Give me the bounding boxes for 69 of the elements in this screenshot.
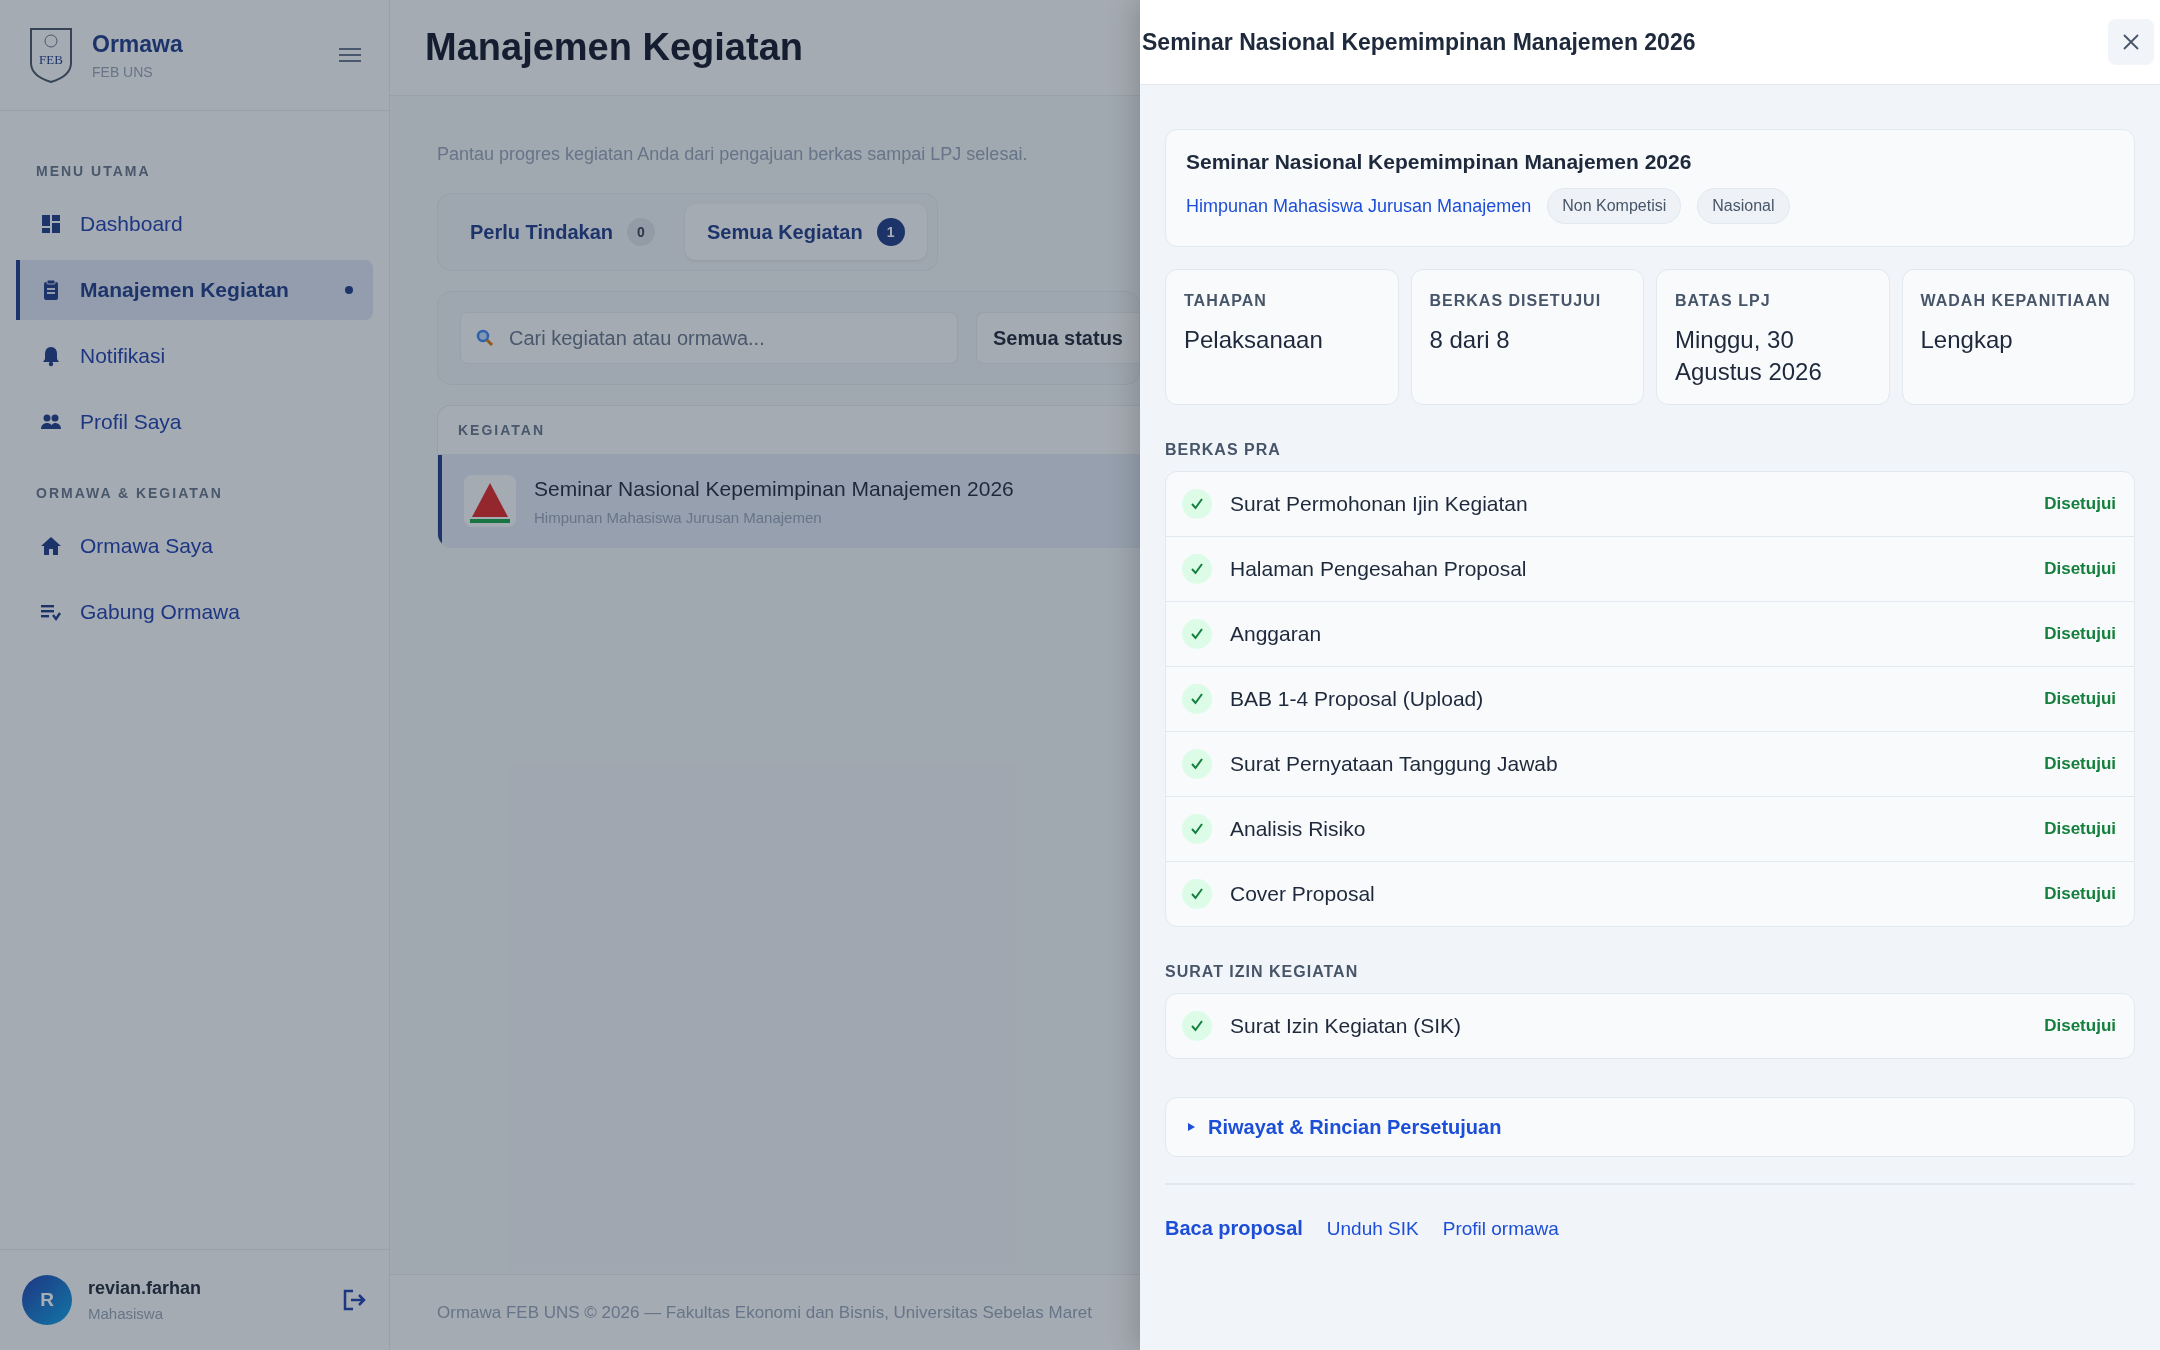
count-badge: 1	[876, 218, 905, 246]
status-label: Disetujui	[2044, 1016, 2116, 1036]
status-label: Disetujui	[2044, 819, 2116, 839]
document-name: Anggaran	[1230, 622, 1323, 646]
house-icon	[40, 535, 62, 557]
dashboard-icon	[40, 213, 62, 235]
logout-icon[interactable]	[341, 1288, 367, 1312]
status-label: Disetujui	[2044, 624, 2116, 644]
page-subtitle: Pantau progres kegiatan Anda dari pengajuan berkas sampai LPJ selesai.	[437, 144, 1029, 165]
event-title: Seminar Nasional Kepemimpinan Manajemen 2026	[1186, 150, 1693, 174]
tag: Nasional	[1697, 188, 1790, 224]
status-label: Disetujui	[2044, 689, 2116, 709]
brand-title: Ormawa	[92, 30, 184, 58]
link[interactable]: Profil ormawa	[1442, 1217, 1559, 1240]
status-label: Disetujui	[2044, 494, 2116, 514]
menu-icon[interactable]	[339, 47, 361, 63]
stat-value: Pelaksanaan	[1184, 325, 1324, 355]
stat-label: WADAH KEPANITIAAN	[1920, 291, 2112, 311]
count-badge: 0	[627, 218, 655, 246]
nav-item[interactable]: Notifikasi	[16, 326, 373, 386]
status-label: Disetujui	[2044, 754, 2116, 774]
user-avatar: R	[22, 1275, 72, 1325]
tab[interactable]: Semua Kegiatan 1	[685, 204, 927, 260]
stat-label: BATAS LPJ	[1675, 291, 1772, 311]
document-name: Cover Proposal	[1230, 882, 1376, 906]
document-name: Surat Izin Kegiatan (SIK)	[1230, 1014, 1463, 1038]
event-logo	[464, 475, 516, 527]
brand-subtitle: FEB UNS	[92, 63, 154, 80]
user-name: revian.farhan	[88, 1278, 203, 1299]
organization-link[interactable]: Himpunan Mahasiswa Jurusan Manajemen	[1186, 195, 1532, 217]
action-link[interactable]: Baca proposal	[1165, 1217, 1303, 1240]
section-heading: ORMAWA & KEGIATAN	[35, 484, 224, 503]
stat-label: BERKAS DISETUJUI	[1429, 291, 1603, 311]
document-name: Analisis Risiko	[1230, 817, 1367, 841]
tag: Non Kompetisi	[1547, 188, 1682, 224]
close-button[interactable]	[2108, 19, 2154, 65]
link[interactable]: Unduh SIK	[1326, 1217, 1419, 1240]
nav-item[interactable]: Profil Saya	[16, 392, 373, 452]
section-heading: MENU UTAMA	[35, 162, 152, 181]
section-heading: BERKAS PRA	[1165, 441, 1282, 459]
status-filter[interactable]: Semua status	[975, 312, 1139, 364]
tab[interactable]: Perlu Tindakan 0	[448, 204, 677, 260]
footer-text: Ormawa FEB UNS © 2026 — Fakultas Ekonomi dan Bisnis, Universitas Sebelas Maret	[437, 1302, 1092, 1323]
bell-icon	[40, 345, 62, 367]
details-toggle[interactable]: Riwayat & Rincian Persetujuan	[1165, 1097, 2135, 1157]
stat-value: 8 dari 8	[1429, 325, 1511, 355]
drawer-title: Seminar Nasional Kepemimpinan Manajemen 2026	[1142, 28, 1696, 56]
document-name: Halaman Pengesahan Proposal	[1230, 557, 1528, 581]
document-name: BAB 1-4 Proposal (Upload)	[1230, 687, 1485, 711]
shield-logo: FEB	[28, 26, 74, 84]
activity-title: Seminar Nasional Kepemimpinan Manajemen 2026	[534, 476, 1014, 501]
status-label: Disetujui	[2044, 559, 2116, 579]
stat-value: Lengkap	[1920, 325, 2014, 355]
nav-item[interactable]: Manajemen Kegiatan	[16, 260, 373, 320]
document-name: Surat Pernyataan Tanggung Jawab	[1230, 752, 1559, 776]
user-role: Mahasiswa	[88, 1305, 165, 1322]
active-dot	[345, 286, 353, 294]
stat-label: TAHAPAN	[1184, 291, 1268, 311]
caret-icon	[1186, 1122, 1196, 1132]
stat-value: Minggu, 30 Agustus 2026	[1675, 325, 1823, 387]
nav-item[interactable]: Gabung Ormawa	[16, 582, 373, 642]
section-heading: SURAT IZIN KEGIATAN	[1165, 963, 1360, 981]
search-field[interactable]: Cari kegiatan atau ormawa...	[460, 312, 958, 364]
status-label: Disetujui	[2044, 884, 2116, 904]
nav-item[interactable]: Dashboard	[16, 194, 373, 254]
page-title: Manajemen Kegiatan	[425, 26, 803, 69]
nav-item[interactable]: Ormawa Saya	[16, 516, 373, 576]
document-name: Surat Permohonan Ijin Kegiatan	[1230, 492, 1529, 516]
close-icon	[2123, 34, 2139, 50]
